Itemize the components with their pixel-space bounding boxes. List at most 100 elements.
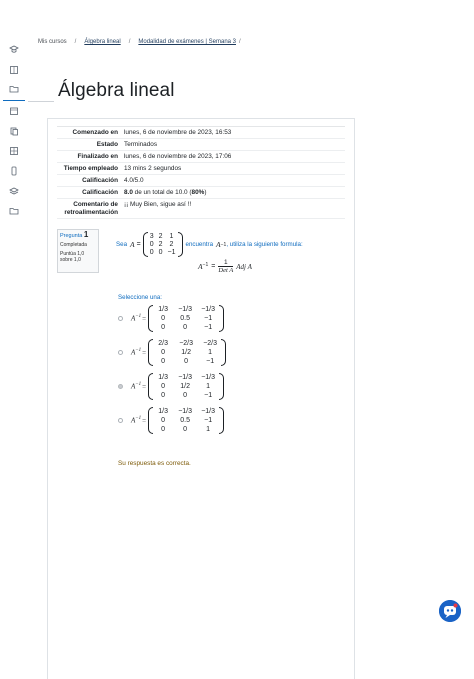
prompt-sea: Sea	[116, 241, 128, 248]
matrix-cell: 0	[184, 358, 189, 365]
radio-button[interactable]	[118, 316, 123, 321]
matrix-grid: 1/3 −1/3 −1/3 0 1/2 1 0 0 −1	[153, 373, 219, 400]
layers-icon[interactable]	[9, 186, 19, 196]
radio-button-selected[interactable]	[118, 384, 123, 389]
files-icon[interactable]	[9, 126, 19, 136]
summary-row: Calificación 8.0 de un total de 10.0 (80…	[57, 187, 345, 199]
matrix-cell: 2	[158, 233, 163, 240]
right-paren	[177, 232, 183, 257]
matrix-cell: 0	[161, 315, 166, 322]
sidebar	[0, 0, 28, 670]
summary-row: Comentario de retroalimentación ¡¡ Muy B…	[57, 199, 345, 219]
answer-option[interactable]: A−1= 1/3 −1/3 −1/3 0 0.5 −1 0 0 1	[118, 407, 225, 434]
folder-icon[interactable]	[9, 84, 19, 94]
matrix-cell: 1/2	[180, 383, 190, 390]
matrix-cell: 1/2	[181, 349, 191, 356]
option-matrix: 1/3 −1/3 −1/3 0 0.5 −1 0 0 1	[148, 407, 225, 434]
summary-row: Tiempo empleado 13 mins 2 segundos	[57, 163, 345, 175]
formula-eq: =	[211, 263, 216, 270]
sidebar-active-indicator	[3, 100, 25, 101]
option-lhs: A−1=	[131, 314, 146, 322]
matrix-cell: 0.5	[180, 417, 190, 424]
choose-label: Seleccione una:	[118, 294, 163, 301]
summary-key: Finalizado en	[77, 152, 118, 160]
hat-icon[interactable]	[9, 44, 19, 54]
folder-icon[interactable]	[9, 206, 19, 216]
option-lhs-eq: =	[142, 416, 147, 425]
matrix-cell: 0	[161, 349, 166, 356]
phone-icon[interactable]	[9, 166, 19, 176]
grade-close: )	[204, 188, 207, 196]
option-lhs: A−1=	[131, 416, 146, 424]
matrix-cell: 2	[169, 241, 174, 248]
matrix-cell: 1	[169, 233, 174, 240]
prompt-matrix: 321 022 0 0 −1	[142, 232, 183, 257]
matrix-cell: 0	[158, 249, 163, 256]
formula-exp: −1	[202, 261, 209, 268]
summary-value: 4.0/5.0	[124, 176, 144, 184]
matrix-grid: 321 022 0 0 −1	[148, 232, 178, 257]
summary-key: Tiempo empleado	[63, 164, 118, 172]
summary-key: Estado	[96, 140, 118, 148]
option-lhs: A−1=	[131, 382, 146, 390]
matrix-cell: 0.5	[180, 315, 190, 322]
radio-button[interactable]	[118, 350, 123, 355]
matrix-cell: 0	[161, 324, 166, 331]
prompt-equals: =	[136, 241, 141, 248]
matrix-cell: 1	[206, 426, 211, 433]
answer-option[interactable]: A−1= 2/3 −2/3 −2/3 0 1/2 1 0 0 −1	[118, 339, 227, 366]
breadcrumb-item-my-courses[interactable]: Mis cursos	[38, 39, 67, 45]
matrix-cell: −2/3	[179, 340, 194, 347]
summary-value: 8.0 de un total de 10.0 (80%)	[124, 189, 345, 197]
answer-option[interactable]: A−1= 1/3 −1/3 −1/3 0 0.5 −1 0 0 −1	[118, 305, 225, 332]
summary-key: Calificación	[82, 188, 118, 196]
option-lhs-eq: =	[142, 314, 147, 323]
matrix-cell: −2/3	[203, 340, 218, 347]
matrix-cell: 2	[158, 241, 163, 248]
summary-row: Calificación 4.0/5.0	[57, 175, 345, 187]
answer-option[interactable]: A−1= 1/3 −1/3 −1/3 0 1/2 1 0 0 −1	[118, 373, 225, 400]
matrix-cell: 1/3	[158, 306, 168, 313]
option-lhs-exp: −1	[135, 382, 142, 388]
question-info-box: Pregunta 1 Completada Puntúa 1,0 sobre 1…	[57, 229, 99, 273]
radio-button[interactable]	[118, 418, 123, 423]
breadcrumb-item-section[interactable]: Modalidad de exámenes | Semana 3	[138, 39, 236, 45]
option-lhs-exp: −1	[135, 314, 142, 320]
grade-percent: 80%	[191, 188, 205, 196]
grid-icon[interactable]	[9, 146, 19, 156]
matrix-cell: −1/3	[201, 408, 216, 415]
summary-key: Calificación	[82, 176, 118, 184]
matrix-cell: −1/3	[178, 408, 193, 415]
summary-row: Comenzado en lunes, 6 de noviembre de 20…	[57, 127, 345, 139]
calendar-icon[interactable]	[9, 106, 19, 116]
right-paren	[219, 407, 225, 434]
grade-total: de un total de 10.0 (	[132, 188, 192, 196]
matrix-cell: 0	[161, 383, 166, 390]
formula-adj: Adj A	[236, 262, 252, 271]
summary-value: Terminados	[124, 140, 158, 148]
matrix-cell: 0	[161, 358, 166, 365]
book-icon[interactable]	[9, 65, 19, 75]
grade-value: 8.0	[124, 188, 133, 196]
matrix-grid: 1/3 −1/3 −1/3 0 0.5 −1 0 0 1	[153, 407, 219, 434]
formula: A −1 = 1 Det A Adj A	[198, 259, 341, 274]
matrix-cell: −1	[206, 358, 215, 365]
title-divider	[28, 101, 54, 102]
summary-row: Finalizado en lunes, 6 de noviembre de 2…	[57, 151, 345, 163]
chatbot-button[interactable]	[439, 600, 461, 622]
matrix-cell: −1/3	[201, 306, 216, 313]
matrix-cell: 3	[149, 233, 154, 240]
option-lhs-eq: =	[142, 348, 147, 357]
summary-key: Comentario de retroalimentación	[64, 200, 118, 216]
page-title: Álgebra lineal	[58, 80, 175, 101]
prompt-find: encuentra	[185, 241, 214, 248]
right-paren	[219, 373, 225, 400]
option-lhs-exp: −1	[135, 348, 142, 354]
breadcrumb-item-course[interactable]: Álgebra lineal	[84, 39, 120, 45]
breadcrumb-separator: /	[74, 39, 77, 45]
question-label: Pregunta	[60, 233, 83, 239]
matrix-grid: 2/3 −2/3 −2/3 0 1/2 1 0 0 −1	[153, 339, 221, 366]
feedback-message: Su respuesta es correcta.	[118, 460, 191, 467]
summary-key: Comenzado en	[72, 128, 118, 136]
option-lhs-eq: =	[142, 382, 147, 391]
